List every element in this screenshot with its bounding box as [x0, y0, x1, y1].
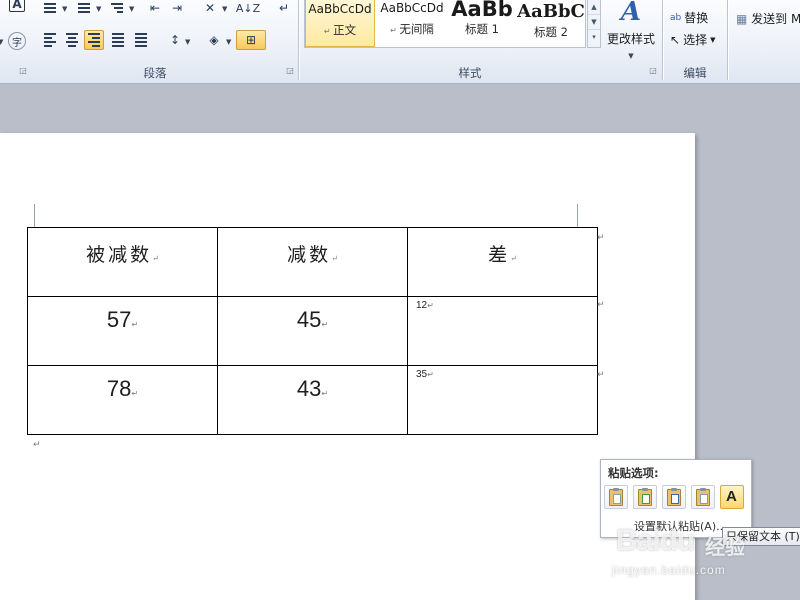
- paste-destination-styles-button[interactable]: [662, 485, 686, 509]
- table-cell[interactable]: 12↵: [407, 296, 598, 366]
- table-header-cell[interactable]: 减数↵: [217, 227, 408, 297]
- bullets-button[interactable]: [40, 0, 60, 18]
- clipboard-grid-icon: [696, 488, 710, 506]
- table-cell[interactable]: 35↵: [407, 365, 598, 435]
- chinese-layout-button[interactable]: ✕: [200, 0, 220, 18]
- style-no-spacing[interactable]: AaBbCcDd ↵ 无间隔: [377, 0, 447, 47]
- paste-merge-button[interactable]: [633, 485, 657, 509]
- table-header-cell[interactable]: 被减数↵: [27, 227, 218, 297]
- more-icon[interactable]: ▾: [588, 30, 600, 45]
- align-right-button[interactable]: [84, 30, 104, 50]
- chevron-down-icon[interactable]: ▼: [226, 38, 231, 46]
- distributed-button[interactable]: [131, 30, 151, 50]
- chevron-down-icon[interactable]: ▼: [222, 5, 227, 13]
- text-only-icon: A: [726, 488, 737, 505]
- margin-corner-mark: [34, 204, 35, 227]
- chevron-down-icon[interactable]: ▼: [96, 5, 101, 13]
- increase-indent-button[interactable]: ⇥: [167, 0, 187, 18]
- table-cell[interactable]: 43↵: [217, 365, 408, 435]
- style-heading-2[interactable]: AaBbC 标题 2: [517, 0, 585, 47]
- change-styles-icon: A: [620, 0, 642, 27]
- send-to-button[interactable]: ▦ 发送到 M: [736, 10, 800, 27]
- clipboard-table-icon: [667, 488, 681, 506]
- chevron-down-icon[interactable]: ▼: [0, 38, 3, 46]
- replace-icon: ab: [670, 12, 682, 23]
- table-cell[interactable]: 57↵: [27, 296, 218, 366]
- show-marks-button[interactable]: ↵: [274, 0, 294, 18]
- cursor-icon: ↖: [670, 32, 681, 47]
- group-label-paragraph: 段落: [143, 66, 167, 80]
- shading-button[interactable]: ◈: [204, 30, 224, 50]
- paragraph-mark: ↵: [33, 440, 41, 450]
- table-header-row: 被减数↵ 减数↵ 差↵: [27, 227, 598, 297]
- pinyin-button[interactable]: 字: [8, 32, 26, 50]
- dialog-launcher-icon[interactable]: ◲: [18, 66, 28, 76]
- data-table[interactable]: 被减数↵ 减数↵ 差↵ 57↵ 45↵ 12↵ 78↵ 43↵ 35↵: [27, 227, 598, 435]
- end-of-row-mark: ↵: [597, 233, 605, 243]
- paste-options-title: 粘贴选项:: [608, 466, 659, 480]
- decrease-indent-button[interactable]: ⇤: [145, 0, 165, 18]
- paste-text-only-button[interactable]: A: [720, 485, 744, 509]
- watermark-suffix: 经验: [705, 535, 745, 559]
- group-label-editing: 编辑: [683, 66, 707, 80]
- align-left-button[interactable]: [40, 30, 60, 50]
- gallery-scroll[interactable]: ▲ ▼ ▾: [587, 0, 601, 48]
- ribbon: A ▼ ▼ ▼ ⇤ ⇥ ✕ ▼ A↓Z ↵ 字 ▼ ↕ ▼ ◈ ▼ ⊞ 段落 ◲…: [0, 0, 800, 84]
- scroll-down-icon[interactable]: ▼: [588, 15, 600, 30]
- send-icon: ▦: [736, 12, 748, 26]
- paste-keep-source-button[interactable]: [604, 485, 628, 509]
- justify-button[interactable]: [108, 30, 128, 50]
- chevron-down-icon[interactable]: ▼: [129, 5, 134, 13]
- table-row: 57↵ 45↵ 12↵: [27, 296, 598, 366]
- sort-button[interactable]: A↓Z: [235, 0, 261, 18]
- borders-button[interactable]: ⊞: [236, 30, 266, 50]
- dialog-launcher-icon[interactable]: ◲: [648, 66, 658, 76]
- table-row: 78↵ 43↵ 35↵: [27, 365, 598, 435]
- dialog-launcher-icon[interactable]: ◲: [285, 66, 295, 76]
- table-header-cell[interactable]: 差↵: [407, 227, 598, 297]
- replace-button[interactable]: ab 替换: [670, 9, 708, 26]
- style-heading-1[interactable]: AaBb 标题 1: [449, 0, 515, 47]
- styles-gallery: AaBbCcDd ↵ 正文 AaBbCcDd ↵ 无间隔 AaBb 标题 1 A…: [304, 0, 586, 48]
- chevron-down-icon: ▼: [710, 35, 716, 44]
- chevron-down-icon[interactable]: ▼: [185, 38, 190, 46]
- change-styles-button[interactable]: A 更改样式 ▼: [603, 0, 659, 60]
- group-label-styles: 样式: [458, 66, 482, 80]
- table-cell[interactable]: 78↵: [27, 365, 218, 435]
- margin-corner-mark: [577, 204, 578, 227]
- clipboard-icon: [609, 488, 623, 506]
- paste-picture-button[interactable]: [691, 485, 715, 509]
- chevron-down-icon[interactable]: ▼: [62, 5, 67, 13]
- multilevel-list-button[interactable]: [107, 0, 127, 18]
- char-border-icon[interactable]: A: [9, 0, 25, 12]
- style-normal[interactable]: AaBbCcDd ↵ 正文: [305, 0, 375, 47]
- line-spacing-button[interactable]: ↕: [165, 30, 185, 50]
- scroll-up-icon[interactable]: ▲: [588, 0, 600, 15]
- select-button[interactable]: ↖ 选择 ▼: [670, 31, 715, 48]
- watermark-url: jingyan.baidu.com: [612, 563, 726, 577]
- table-cell[interactable]: 45↵: [217, 296, 408, 366]
- numbering-button[interactable]: [74, 0, 94, 18]
- end-of-row-mark: ↵: [597, 300, 605, 310]
- clipboard-merge-icon: [638, 488, 652, 506]
- chevron-down-icon: ▼: [628, 52, 634, 60]
- watermark-logo: Baidu: [616, 524, 695, 557]
- align-center-button[interactable]: [62, 30, 82, 50]
- end-of-row-mark: ↵: [597, 370, 605, 380]
